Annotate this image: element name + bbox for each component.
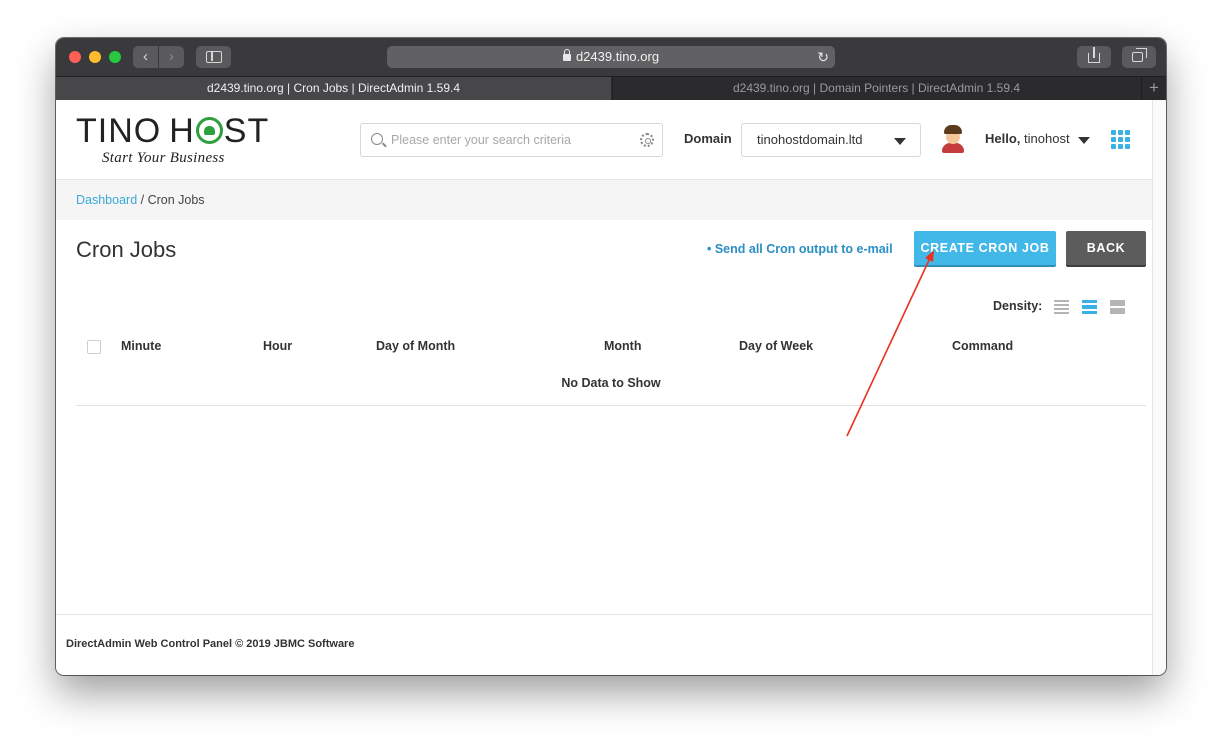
column-minute[interactable]: Minute: [121, 339, 161, 353]
back-button[interactable]: BACK: [1066, 231, 1146, 265]
footer-divider: [56, 614, 1152, 615]
column-hour[interactable]: Hour: [263, 339, 292, 353]
user-menu-label[interactable]: Hello, tinohost: [985, 131, 1070, 146]
breadcrumb-current: Cron Jobs: [147, 193, 205, 207]
username: tinohost: [1024, 131, 1070, 146]
page-content: TINOHST Start Your Business Domain tinoh…: [56, 100, 1152, 675]
new-tab-button[interactable]: +: [1141, 77, 1166, 101]
page-title: Cron Jobs: [76, 237, 177, 262]
column-month[interactable]: Month: [604, 339, 641, 353]
domain-value: tinohostdomain.ltd: [757, 132, 863, 147]
density-comfortable-icon[interactable]: [1110, 300, 1125, 314]
table-divider: [76, 405, 1146, 406]
url-text: d2439.tino.org: [575, 49, 660, 64]
select-all-checkbox[interactable]: [87, 340, 101, 354]
forward-nav-button[interactable]: ›: [159, 46, 184, 68]
app-header: TINOHST Start Your Business Domain tinoh…: [56, 100, 1152, 180]
column-day-of-week[interactable]: Day of Week: [739, 339, 813, 353]
logo-wordmark: TINO H ST: [76, 112, 270, 150]
reload-icon[interactable]: ↻: [817, 46, 829, 68]
density-normal-icon[interactable]: [1082, 300, 1097, 314]
apps-grid-icon[interactable]: [1111, 130, 1131, 150]
caret-down-icon: [894, 138, 906, 145]
close-window-button[interactable]: [69, 51, 81, 63]
search-icon: [371, 133, 383, 145]
logo-tagline: Start Your Business: [102, 150, 225, 166]
tab-overview-button[interactable]: [1122, 46, 1156, 68]
empty-table-message: No Data to Show: [561, 376, 661, 390]
browser-window: ‹ › d2439.tino.org ↻ d2439.tino.org | Cr…: [56, 38, 1166, 675]
sidebar-icon: [206, 51, 222, 63]
tinohost-logo[interactable]: TINO H ST Start Your Business: [76, 114, 269, 167]
breadcrumb: Dashboard / Cron Jobs: [56, 180, 1152, 220]
avatar[interactable]: [942, 125, 964, 155]
search-input[interactable]: [391, 130, 631, 150]
share-button[interactable]: [1077, 46, 1111, 68]
tabs-icon: [1132, 48, 1147, 62]
tab-bar: d2439.tino.org | Cron Jobs | DirectAdmin…: [56, 76, 1166, 101]
sidebar-toggle-button[interactable]: [196, 46, 231, 68]
plus-icon: +: [1149, 78, 1159, 97]
tab-cron-jobs[interactable]: d2439.tino.org | Cron Jobs | DirectAdmin…: [56, 77, 611, 101]
minimize-window-button[interactable]: [89, 51, 101, 63]
chevron-right-icon: ›: [169, 48, 174, 65]
breadcrumb-separator: /: [137, 193, 148, 207]
column-command[interactable]: Command: [952, 339, 1013, 353]
back-nav-button[interactable]: ‹: [133, 46, 158, 68]
footer-copyright: DirectAdmin Web Control Panel © 2019 JBM…: [66, 638, 355, 650]
tab-domain-pointers[interactable]: d2439.tino.org | Domain Pointers | Direc…: [612, 77, 1140, 101]
create-cron-job-button[interactable]: CREATE CRON JOB: [914, 231, 1056, 265]
domain-label: Domain: [684, 131, 732, 146]
table-header: Minute Hour Day of Month Month Day of We…: [76, 332, 1146, 362]
density-compact-icon[interactable]: [1054, 300, 1069, 314]
domain-select[interactable]: tinohostdomain.ltd: [741, 123, 921, 157]
house-cloud-icon: [195, 117, 223, 144]
title-bar: ‹ › d2439.tino.org ↻: [56, 38, 1166, 76]
gear-icon[interactable]: [640, 133, 654, 147]
zoom-window-button[interactable]: [109, 51, 121, 63]
search-box: [360, 123, 663, 157]
send-output-email-link[interactable]: • Send all Cron output to e-mail: [707, 242, 893, 256]
address-bar[interactable]: d2439.tino.org ↻: [387, 46, 835, 68]
column-day-of-month[interactable]: Day of Month: [376, 339, 455, 353]
density-label: Density:: [993, 299, 1043, 313]
share-icon: [1088, 47, 1100, 63]
scrollbar-track[interactable]: [1152, 100, 1166, 675]
chevron-left-icon: ‹: [143, 48, 148, 65]
lock-icon: [562, 49, 571, 61]
caret-down-icon[interactable]: [1078, 137, 1090, 144]
breadcrumb-dashboard-link[interactable]: Dashboard: [76, 193, 137, 207]
